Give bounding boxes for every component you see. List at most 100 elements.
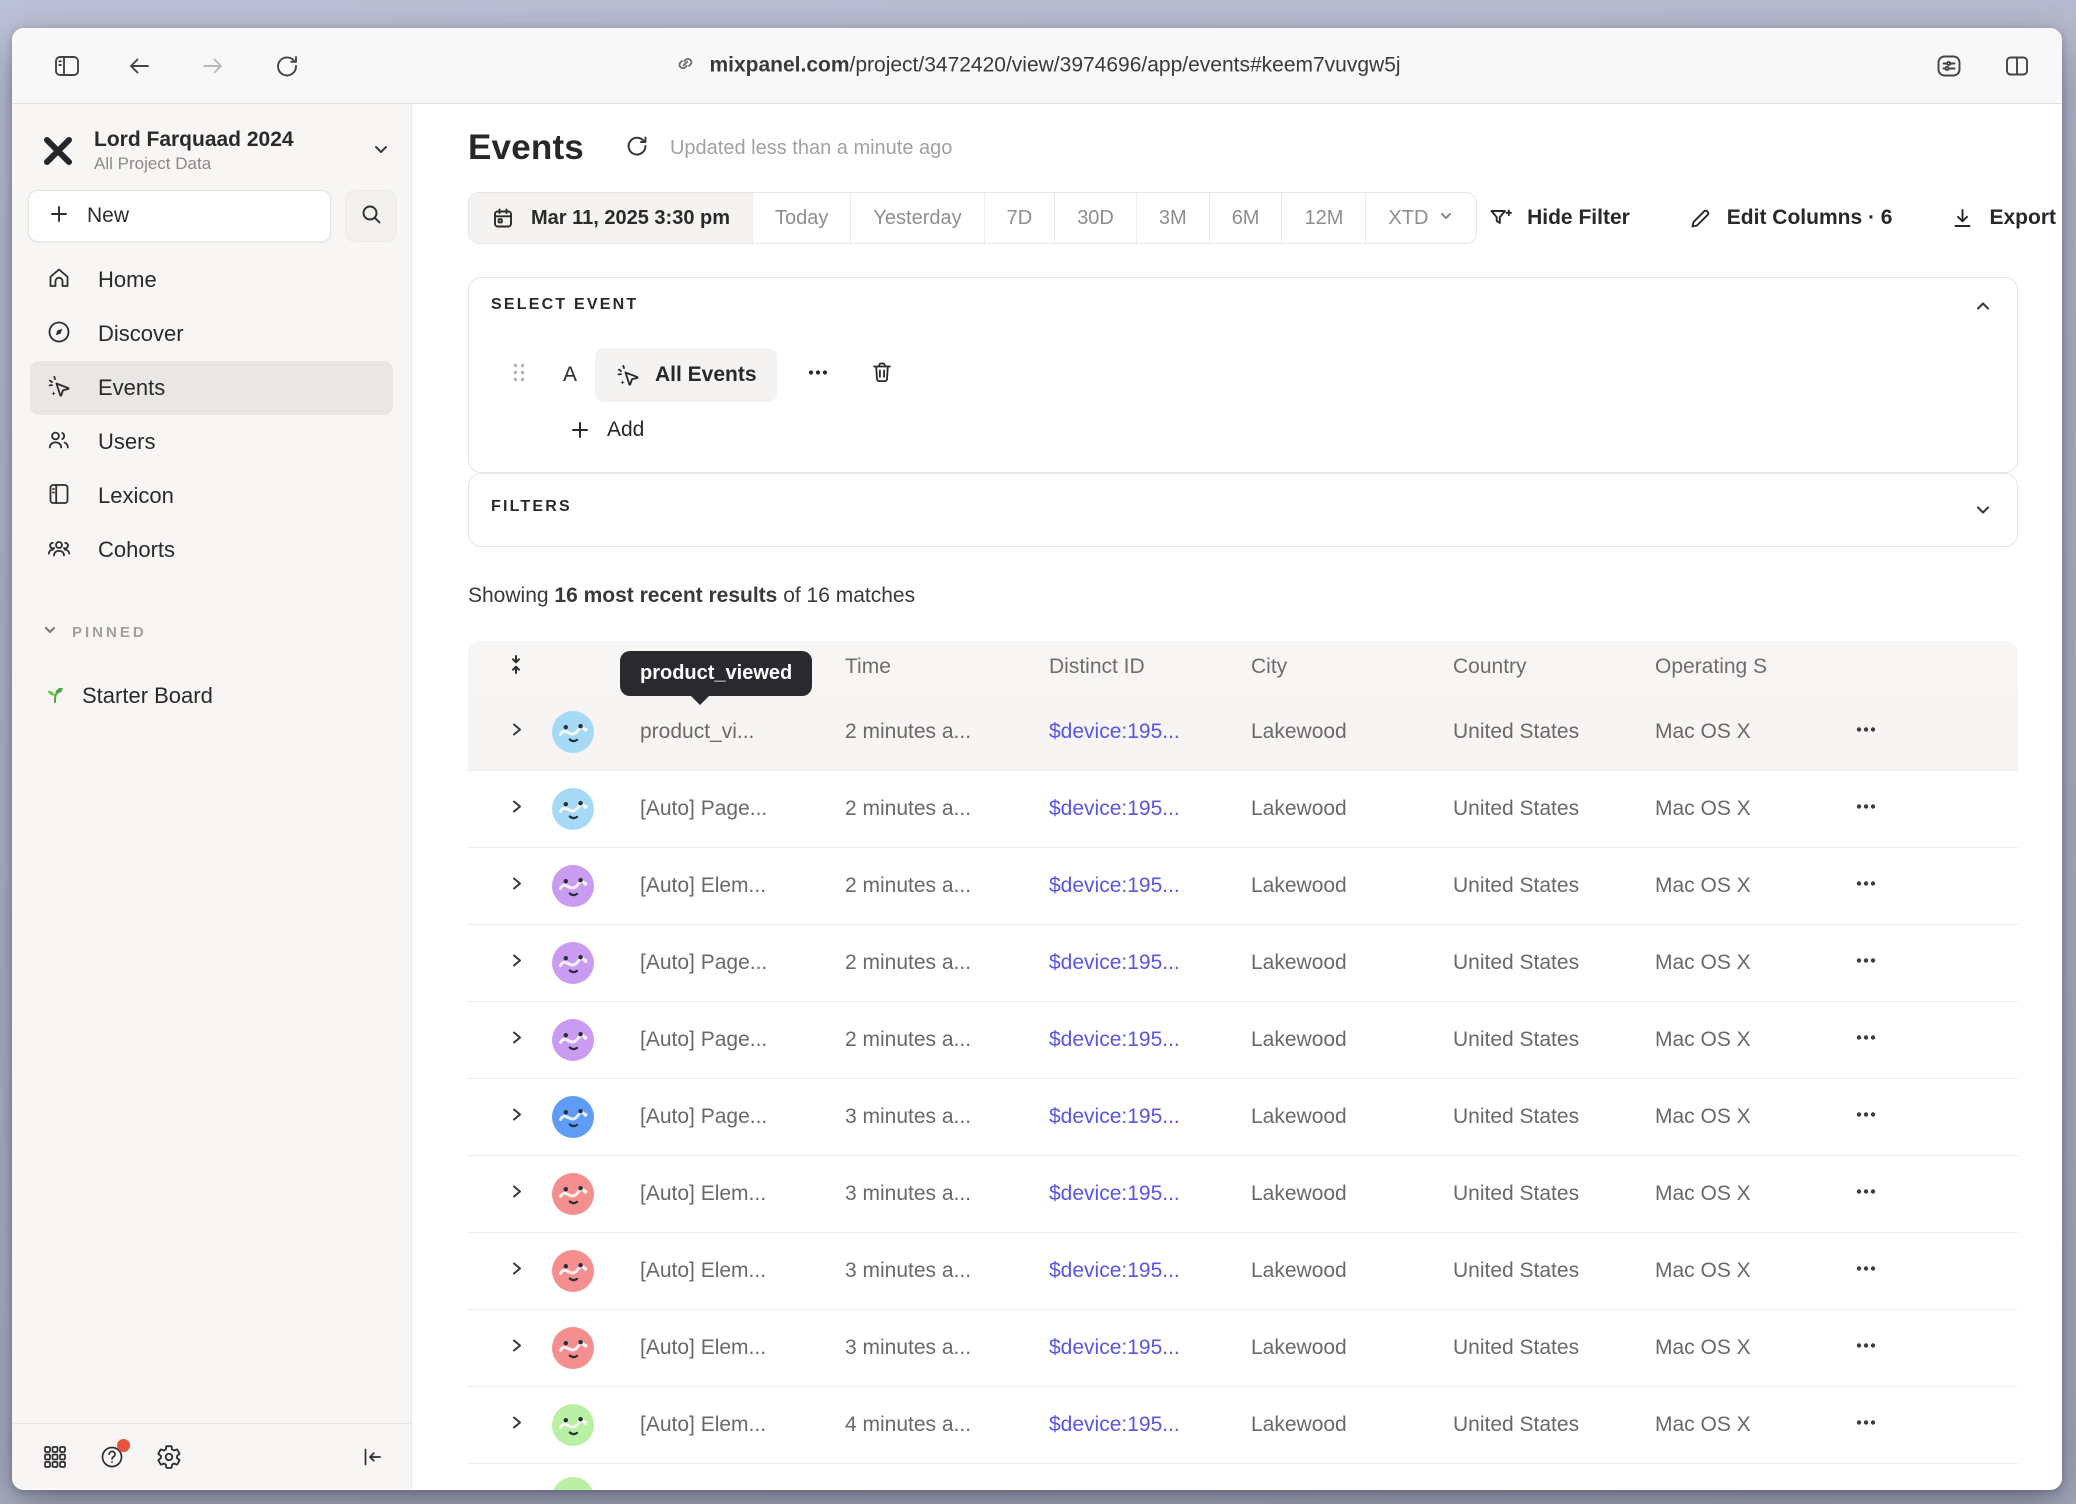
delete-event-icon[interactable] — [869, 360, 895, 391]
add-event-button[interactable]: Add — [569, 418, 644, 442]
date-picker-selected[interactable]: Mar 11, 2025 3:30 pm — [469, 193, 753, 243]
cell-distinct-id[interactable]: $device:195... — [1049, 1413, 1180, 1437]
expand-row-icon[interactable] — [508, 1337, 525, 1359]
row-menu-icon[interactable] — [1853, 948, 1879, 979]
cell-distinct-id[interactable]: $device:195... — [1049, 1259, 1180, 1283]
drag-handle-icon[interactable] — [511, 361, 527, 390]
cell-distinct-id[interactable]: $device:195... — [1049, 1182, 1180, 1206]
cell-distinct-id[interactable]: $device:195... — [1049, 951, 1180, 975]
table-row[interactable]: [Auto] Page... 2 minutes a... $device:195.… — [468, 924, 2018, 1001]
date-range-7d[interactable]: 7D — [985, 193, 1056, 243]
event-avatar — [551, 1326, 595, 1370]
page-settings-icon[interactable] — [1934, 51, 1964, 81]
cell-distinct-id[interactable]: $device:195... — [1049, 1028, 1180, 1052]
new-button[interactable]: New — [28, 190, 331, 242]
sidebar-item-users[interactable]: Users — [30, 415, 393, 469]
cell-distinct-id[interactable]: $device:195... — [1049, 1336, 1180, 1360]
row-menu-icon[interactable] — [1853, 1102, 1879, 1133]
sidebar-item-starter-board[interactable]: Starter Board — [42, 680, 213, 711]
sidebar-item-cohorts[interactable]: Cohorts — [30, 523, 393, 577]
sidebar-item-lexicon[interactable]: Lexicon — [30, 469, 393, 523]
export-button[interactable]: Export — [1950, 206, 2056, 231]
cell-os: Mac OS X — [1655, 1336, 1751, 1360]
forward-icon[interactable] — [198, 51, 228, 81]
table-row[interactable]: [Auto] Page...2 minutes a...$device:195.… — [468, 770, 2018, 847]
plus-icon — [569, 419, 591, 441]
help-icon[interactable] — [97, 1442, 127, 1472]
date-range-yesterday[interactable]: Yesterday — [851, 193, 984, 243]
row-menu-icon[interactable] — [1853, 1025, 1879, 1056]
collapse-sidebar-icon[interactable] — [357, 1442, 387, 1472]
hide-filter-button[interactable]: Hide Filter — [1488, 206, 1630, 231]
table-row-partial[interactable] — [468, 1463, 2018, 1490]
table-row[interactable]: [Auto] Page...2 minutes a...$device:195.… — [468, 1001, 2018, 1078]
search-button[interactable] — [345, 190, 397, 242]
table-row[interactable]: [Auto] Elem...3 minutes a...$device:195.… — [468, 1309, 2018, 1386]
expand-row-icon[interactable] — [508, 721, 525, 743]
column-header-city[interactable]: City — [1251, 655, 1287, 679]
event-avatar — [551, 1018, 595, 1062]
row-menu-icon[interactable] — [1853, 1333, 1879, 1364]
sidebar-item-events[interactable]: Events — [30, 361, 393, 415]
expand-row-icon[interactable] — [508, 1106, 525, 1128]
row-menu-icon[interactable] — [1853, 794, 1879, 825]
collapse-all-icon[interactable] — [505, 654, 527, 681]
expand-row-icon[interactable] — [508, 798, 525, 820]
sidebar-item-discover[interactable]: Discover — [30, 307, 393, 361]
table-row[interactable]: [Auto] Elem...2 minutes a...$device:195.… — [468, 847, 2018, 924]
date-range-3m[interactable]: 3M — [1137, 193, 1210, 243]
pinned-section-header[interactable]: PINNED — [42, 622, 147, 643]
date-range-today[interactable]: Today — [753, 193, 851, 243]
date-range-12m[interactable]: 12M — [1282, 193, 1366, 243]
row-menu-icon[interactable] — [1853, 1410, 1879, 1441]
date-range-6m[interactable]: 6M — [1210, 193, 1283, 243]
column-header-country[interactable]: Country — [1453, 655, 1527, 679]
split-view-icon[interactable] — [2002, 51, 2032, 81]
chevron-up-icon[interactable] — [1973, 296, 1993, 321]
expand-row-icon[interactable] — [508, 1260, 525, 1282]
cell-distinct-id[interactable]: $device:195... — [1049, 797, 1180, 821]
date-range-xtd[interactable]: XTD — [1366, 193, 1476, 243]
cell-time: 3 minutes a... — [845, 1336, 971, 1360]
date-range-30d[interactable]: 30D — [1055, 193, 1137, 243]
row-menu-icon[interactable] — [1853, 716, 1879, 747]
event-options-icon[interactable] — [805, 360, 831, 391]
project-switcher[interactable]: Lord Farquaad 2024 All Project Data — [40, 122, 391, 180]
expand-row-icon[interactable] — [508, 952, 525, 974]
back-icon[interactable] — [124, 51, 154, 81]
address-bar[interactable]: mixpanel.com/project/3472420/view/397469… — [673, 51, 1400, 80]
cell-time: 2 minutes a... — [845, 951, 971, 975]
edit-columns-button[interactable]: Edit Columns · 6 — [1688, 206, 1893, 231]
apps-grid-icon[interactable] — [40, 1442, 70, 1472]
row-menu-icon[interactable] — [1853, 871, 1879, 902]
table-row[interactable]: [Auto] Page...3 minutes a...$device:195.… — [468, 1078, 2018, 1155]
row-menu-icon[interactable] — [1853, 1256, 1879, 1287]
expand-row-icon[interactable] — [508, 875, 525, 897]
cell-event-name: [Auto] Page... — [640, 951, 767, 975]
sidebar-toggle-icon[interactable] — [52, 51, 82, 81]
settings-gear-icon[interactable] — [154, 1442, 184, 1472]
event-row-label: A — [563, 363, 577, 387]
all-events-chip[interactable]: All Events — [595, 348, 777, 402]
table-row[interactable]: [Auto] Elem...3 minutes a...$device:195.… — [468, 1232, 2018, 1309]
column-header-os[interactable]: Operating S — [1655, 655, 1767, 679]
table-row[interactable]: [Auto] Elem...3 minutes a...$device:195.… — [468, 1155, 2018, 1232]
expand-row-icon[interactable] — [508, 1029, 525, 1051]
chevron-down-icon[interactable] — [1973, 500, 1993, 525]
refresh-icon[interactable] — [624, 133, 650, 164]
expand-row-icon[interactable] — [508, 1414, 525, 1436]
expand-row-icon[interactable] — [508, 1183, 525, 1205]
column-header-distinct-id[interactable]: Distinct ID — [1049, 655, 1145, 679]
row-menu-icon[interactable] — [1853, 1179, 1879, 1210]
table-row[interactable]: [Auto] Elem...4 minutes a...$device:195.… — [468, 1386, 2018, 1463]
column-header-time[interactable]: Time — [845, 655, 891, 679]
cell-country: United States — [1453, 720, 1579, 744]
reload-icon[interactable] — [272, 51, 302, 81]
cell-distinct-id[interactable]: $device:195... — [1049, 1105, 1180, 1129]
cell-event-name: [Auto] Page... — [640, 1105, 767, 1129]
cell-city: Lakewood — [1251, 1413, 1347, 1437]
sidebar-item-home[interactable]: Home — [30, 253, 393, 307]
cohorts-icon — [46, 535, 72, 566]
cell-distinct-id[interactable]: $device:195... — [1049, 720, 1180, 744]
cell-distinct-id[interactable]: $device:195... — [1049, 874, 1180, 898]
